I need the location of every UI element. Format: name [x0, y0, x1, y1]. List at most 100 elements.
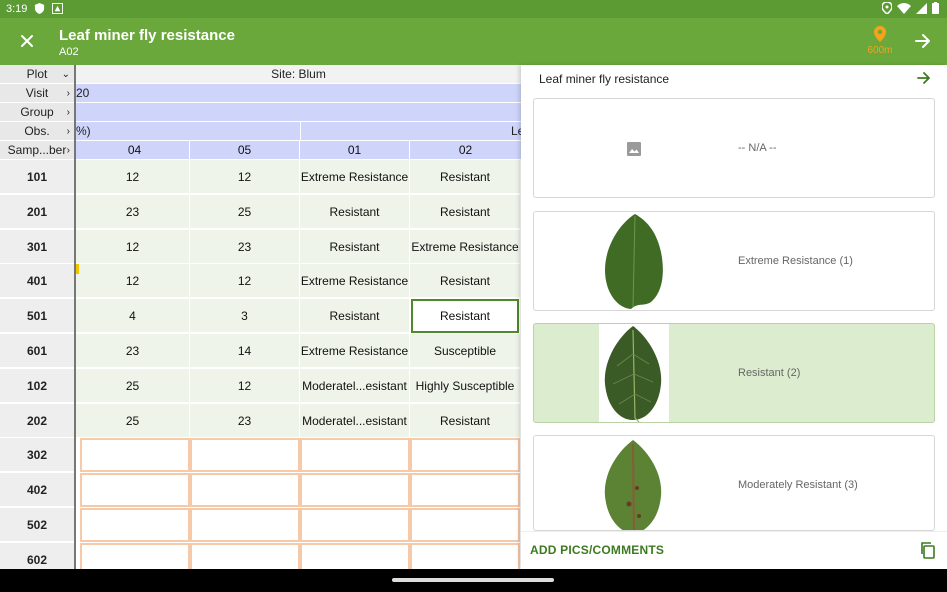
option-label: Resistant (2) — [738, 367, 801, 379]
wifi-icon — [897, 2, 911, 14]
grid-cell[interactable]: 12 — [190, 160, 300, 194]
row-label[interactable]: 402 — [0, 473, 74, 507]
selected-grid-cell[interactable]: Resistant — [411, 299, 519, 333]
grid-cell[interactable]: Resistant — [300, 299, 410, 333]
grid-cell[interactable] — [300, 543, 410, 569]
navigation-bar — [0, 569, 947, 592]
header-sample-number[interactable]: Samp...ber › — [0, 141, 74, 160]
header-plot-label: Plot — [26, 67, 48, 81]
grid-cell[interactable] — [80, 438, 190, 472]
grid-cell[interactable] — [300, 508, 410, 542]
grid-cell[interactable]: Resistant — [300, 230, 410, 264]
row-label[interactable]: 202 — [0, 404, 74, 438]
grid-cell[interactable]: Extreme Resistance — [410, 230, 521, 264]
column-header[interactable]: 01 — [300, 141, 410, 160]
header-plot[interactable]: Plot ⌄ — [0, 65, 74, 84]
option-card-na[interactable]: -- N/A -- — [533, 98, 935, 198]
grid-cell[interactable] — [410, 508, 520, 542]
location-status-icon — [882, 2, 892, 14]
grid-cell[interactable] — [300, 473, 410, 507]
grid-cell[interactable]: 12 — [76, 264, 190, 298]
grid-cell[interactable]: 23 — [190, 404, 300, 438]
arrow-forward-icon[interactable] — [915, 69, 933, 87]
option-card-resistant[interactable]: Resistant (2) — [533, 323, 935, 423]
grid-cell[interactable] — [410, 473, 520, 507]
status-time: 3:19 — [6, 3, 28, 15]
row-marker — [76, 264, 79, 274]
grid-cell[interactable] — [410, 438, 520, 472]
option-label: Extreme Resistance (1) — [738, 255, 853, 267]
row-label[interactable]: 102 — [0, 369, 74, 403]
site-row: Site: Blum — [76, 65, 521, 84]
chevron-right-icon: › — [66, 88, 70, 99]
chevron-down-icon: ⌄ — [61, 69, 70, 80]
grid-cell[interactable]: 3 — [190, 299, 300, 333]
add-pics-comments-button[interactable]: ADD PICS/COMMENTS — [530, 543, 664, 557]
column-header[interactable]: 04 — [80, 141, 190, 160]
grid-cell[interactable] — [190, 508, 300, 542]
grid-cell[interactable]: 25 — [190, 195, 300, 229]
grid-cell[interactable]: 12 — [76, 160, 190, 194]
grid-cell[interactable]: 25 — [76, 404, 190, 438]
row-label[interactable]: 401 — [0, 264, 74, 298]
shield-icon — [34, 3, 45, 14]
obs-label-right: Le — [511, 124, 521, 138]
chevron-right-icon: › — [66, 126, 70, 137]
header-obs-label: Obs. — [24, 124, 50, 138]
option-card-moderately-resistant[interactable]: Moderately Resistant (3) — [533, 435, 935, 531]
grid-cell[interactable]: Moderatel...esistant — [300, 369, 410, 403]
grid-cell[interactable]: 23 — [76, 195, 190, 229]
row-label[interactable]: 502 — [0, 508, 74, 542]
header-group[interactable]: Group › — [0, 103, 74, 122]
grid-cell[interactable]: Resistant — [410, 195, 521, 229]
location-pin-icon — [874, 26, 886, 42]
grid-cell[interactable]: 12 — [190, 369, 300, 403]
grid-cell[interactable]: Resistant — [410, 404, 521, 438]
page-subtitle: A02 — [59, 46, 79, 58]
row-label[interactable]: 301 — [0, 230, 74, 264]
grid-cell[interactable]: 23 — [76, 334, 190, 368]
grid-cell[interactable] — [190, 438, 300, 472]
grid-cell[interactable]: Extreme Resistance — [300, 160, 410, 194]
row-label[interactable]: 601 — [0, 334, 74, 368]
grid-cell[interactable] — [190, 543, 300, 569]
grid-cell[interactable]: 14 — [190, 334, 300, 368]
grid-cell[interactable] — [80, 508, 190, 542]
grid-cell[interactable]: Resistant — [300, 195, 410, 229]
grid-cell[interactable] — [300, 438, 410, 472]
row-label[interactable]: 602 — [0, 543, 74, 569]
grid-cell[interactable]: Moderatel...esistant — [300, 404, 410, 438]
grid-cell[interactable] — [190, 473, 300, 507]
column-header[interactable]: 02 — [410, 141, 521, 160]
row-label[interactable]: 201 — [0, 195, 74, 229]
home-gesture-pill[interactable] — [392, 578, 554, 582]
grid-cell[interactable]: Resistant — [410, 160, 521, 194]
grid-cell[interactable]: 25 — [76, 369, 190, 403]
header-visit-label: Visit — [25, 86, 49, 100]
arrow-forward-icon[interactable] — [912, 30, 934, 52]
grid-cell[interactable]: Susceptible — [410, 334, 521, 368]
copy-icon[interactable] — [919, 541, 937, 559]
location-button[interactable]: 600m — [862, 26, 898, 56]
grid-cell[interactable]: 4 — [76, 299, 190, 333]
grid-cell[interactable]: Extreme Resistance — [300, 334, 410, 368]
header-visit[interactable]: Visit › — [0, 84, 74, 103]
grid-cell[interactable] — [80, 543, 190, 569]
grid-cell[interactable]: 12 — [76, 230, 190, 264]
option-card-extreme-resistance[interactable]: Extreme Resistance (1) — [533, 211, 935, 311]
option-label: Moderately Resistant (3) — [738, 479, 858, 491]
grid-cell[interactable]: Highly Susceptible — [410, 369, 521, 403]
row-label[interactable]: 302 — [0, 438, 74, 472]
row-label[interactable]: 501 — [0, 299, 74, 333]
grid-cell[interactable]: 12 — [190, 264, 300, 298]
close-icon[interactable] — [16, 30, 38, 52]
grid-cell[interactable]: Resistant — [410, 264, 521, 298]
header-obs[interactable]: Obs. › — [0, 122, 74, 141]
grid-cell[interactable]: Extreme Resistance — [300, 264, 410, 298]
grid-cell[interactable] — [410, 543, 520, 569]
grid-cell[interactable]: 23 — [190, 230, 300, 264]
row-label[interactable]: 101 — [0, 160, 74, 194]
app-notification-icon — [52, 3, 63, 14]
grid-cell[interactable] — [80, 473, 190, 507]
column-header[interactable]: 05 — [190, 141, 300, 160]
